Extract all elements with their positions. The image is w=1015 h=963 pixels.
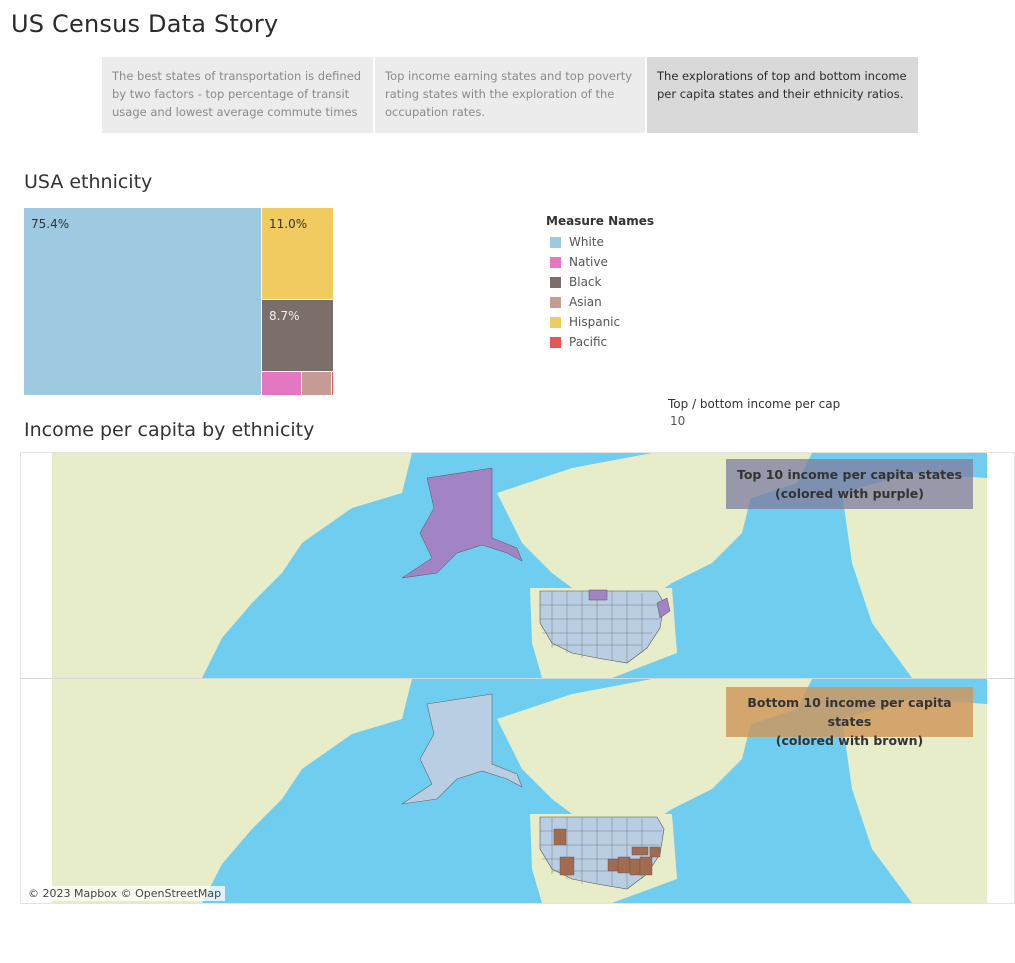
legend-swatch <box>550 236 561 248</box>
ethnicity-treemap: 75.4% 11.0% 8.7% <box>24 208 334 396</box>
treemap-white-label: 75.4% <box>31 217 70 231</box>
legend-item-asian[interactable]: Asian <box>546 292 686 312</box>
top-callout-line1: Top 10 income per capita states <box>736 467 963 482</box>
story-point-income-poverty[interactable]: Top income earning states and top povert… <box>375 57 645 133</box>
bottom-income-callout: Bottom 10 income per capita states (colo… <box>726 687 973 748</box>
legend-item-pacific[interactable]: Pacific <box>546 332 686 352</box>
legend-label: Pacific <box>569 335 608 349</box>
ethnicity-legend: Measure Names White Native Black Asian H… <box>546 214 686 352</box>
treemap-pacific[interactable] <box>332 372 334 396</box>
map-attribution[interactable]: © 2023 Mapbox © OpenStreetMap <box>24 886 226 901</box>
treemap-asian[interactable] <box>302 372 332 396</box>
ethnicity-chart-title: USA ethnicity <box>24 171 153 193</box>
legend-label: Asian <box>569 295 602 309</box>
legend-item-hispanic[interactable]: Hispanic <box>546 312 686 332</box>
treemap-black-label: 8.7% <box>269 309 300 323</box>
treemap-hispanic-label: 11.0% <box>269 217 308 231</box>
top-callout-line2: (colored with purple) <box>774 486 925 501</box>
story-point-income-ethnicity[interactable]: The explorations of top and bottom incom… <box>647 57 918 133</box>
top-bottom-parameter: Top / bottom income per cap 10 <box>668 397 840 428</box>
legend-swatch <box>550 316 561 328</box>
legend-label: White <box>569 235 604 249</box>
legend-item-white[interactable]: White <box>546 232 686 252</box>
legend-swatch <box>550 256 561 268</box>
legend-label: Black <box>569 275 602 289</box>
legend-label: Hispanic <box>569 315 621 329</box>
bottom-income-map[interactable]: Bottom 10 income per capita states (colo… <box>52 679 987 903</box>
top-income-callout: Top 10 income per capita states (colored… <box>726 459 973 509</box>
story-title: US Census Data Story <box>11 10 279 38</box>
legend-label: Native <box>569 255 608 269</box>
story-point-transportation[interactable]: The best states of transportation is def… <box>102 57 373 133</box>
treemap-hispanic[interactable]: 11.0% <box>262 208 334 300</box>
parameter-value-input[interactable]: 10 <box>668 414 840 428</box>
legend-swatch <box>550 296 561 308</box>
legend-item-black[interactable]: Black <box>546 272 686 292</box>
legend-swatch <box>550 336 561 348</box>
legend-swatch <box>550 276 561 288</box>
income-chart-title: Income per capita by ethnicity <box>24 419 315 441</box>
parameter-label: Top / bottom income per cap <box>668 397 841 411</box>
top-income-map[interactable]: Top 10 income per capita states (colored… <box>52 453 987 678</box>
legend-title: Measure Names <box>546 214 655 228</box>
bottom-callout-line2: (colored with brown) <box>775 733 924 748</box>
story-navigator: The best states of transportation is def… <box>102 57 918 133</box>
legend-item-native[interactable]: Native <box>546 252 686 272</box>
treemap-black[interactable]: 8.7% <box>262 300 334 372</box>
bottom-callout-line1: Bottom 10 income per capita states <box>747 695 952 729</box>
treemap-white[interactable]: 75.4% <box>24 208 262 396</box>
treemap-native[interactable] <box>262 372 302 396</box>
